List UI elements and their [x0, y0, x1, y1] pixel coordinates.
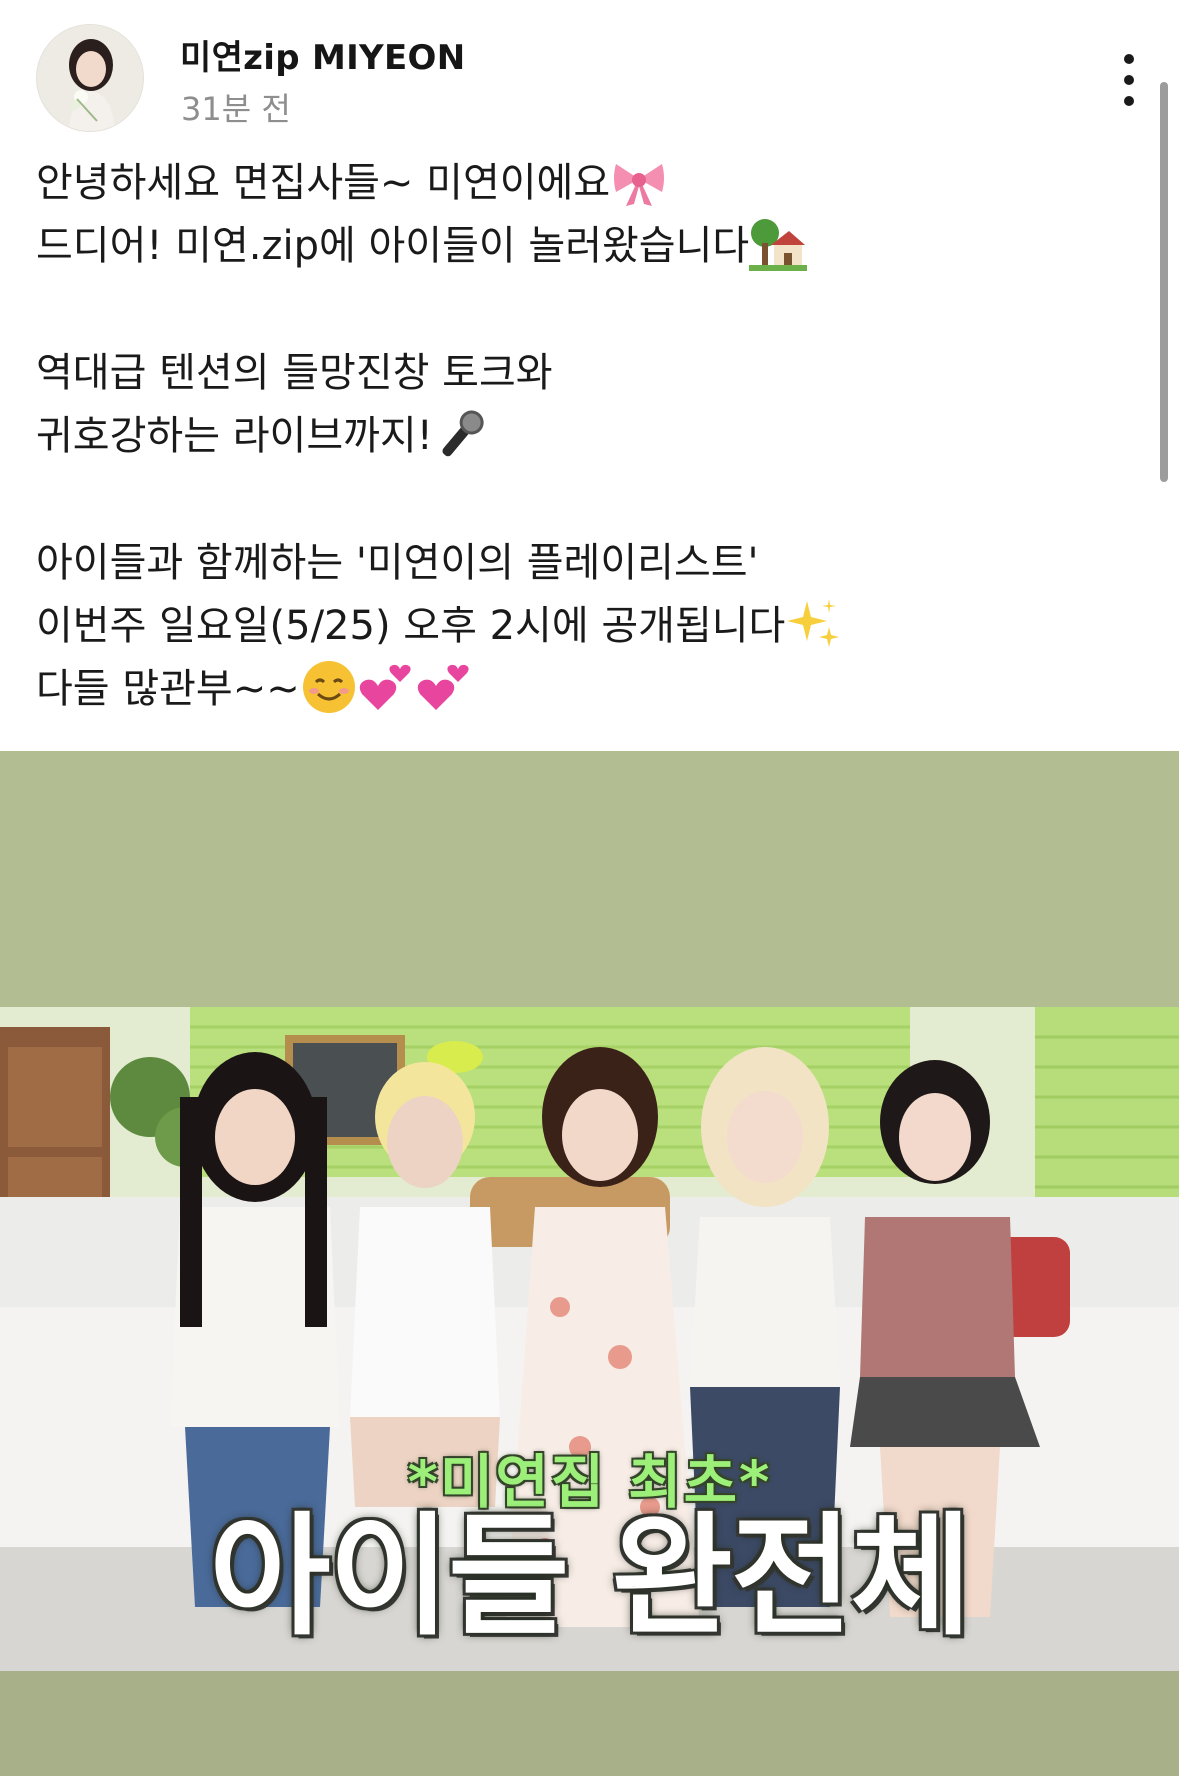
post-text-line-content: 역대급 텐션의 들망진창 토크와 [36, 350, 553, 396]
house-with-garden-emoji [749, 215, 808, 273]
post-page: 미연zip MIYEON 31분 전 안녕하세요 면집사들~ 미연이에요드디어!… [0, 0, 1179, 1776]
author-name[interactable]: 미연zip MIYEON [180, 30, 465, 79]
post-media[interactable]: *미연집 최초* 아이들 완전체 [0, 751, 1179, 1776]
scrollbar[interactable] [1160, 82, 1168, 482]
media-bottom-band [0, 1671, 1179, 1776]
post-text-line-content: 안녕하세요 면집사들~ 미연이에요 [36, 160, 611, 206]
post-text-line: 귀호강하는 라이브까지! [36, 405, 1116, 468]
post-text-line: 이번주 일요일(5/25) 오후 2시에 공개됩니다 [36, 595, 1116, 658]
avatar-photo [37, 25, 143, 131]
smiling-face-emoji [300, 658, 358, 716]
post-header: 미연zip MIYEON 31분 전 [0, 0, 1179, 482]
post-text-line-content: 다들 많관부~~ [36, 666, 300, 712]
more-options-button[interactable] [1104, 50, 1154, 110]
more-dot [1124, 96, 1134, 106]
post-text-line-content: 이번주 일요일(5/25) 오후 2시에 공개됩니다 [36, 603, 786, 649]
post-text-line: 안녕하세요 면집사들~ 미연이에요 [36, 152, 1116, 215]
post-text-line: 드디어! 미연.zip에 아이들이 놀러왔습니다 [36, 215, 1116, 278]
microphone-emoji [433, 405, 491, 463]
post-text-line [36, 278, 1116, 342]
post-text: 안녕하세요 면집사들~ 미연이에요드디어! 미연.zip에 아이들이 놀러왔습니… [36, 152, 1116, 721]
post-timestamp: 31분 전 [181, 90, 291, 128]
post-text-line-content: 아이들과 함께하는 '미연이의 플레이리스트' [36, 540, 759, 586]
two-hearts-emoji [416, 658, 474, 716]
video-thumbnail[interactable]: *미연집 최초* 아이들 완전체 [0, 1007, 1179, 1671]
more-dot [1124, 75, 1134, 85]
more-dot [1124, 54, 1134, 64]
two-hearts-emoji [358, 658, 416, 716]
post-text-line-content: 귀호강하는 라이브까지! [36, 413, 433, 459]
post-text-line [36, 468, 1116, 532]
post-text-line: 아이들과 함께하는 '미연이의 플레이리스트' [36, 532, 1116, 595]
author-avatar[interactable] [36, 24, 144, 132]
post-text-line: 역대급 텐션의 들망진창 토크와 [36, 342, 1116, 405]
sparkles-emoji [785, 595, 843, 653]
ribbon-emoji [610, 152, 668, 210]
post-text-line: 다들 많관부~~ [36, 658, 1116, 721]
post-text-line-content: 드디어! 미연.zip에 아이들이 놀러왔습니다 [36, 223, 750, 269]
thumbnail-title: 아이들 완전체 [209, 1500, 972, 1654]
